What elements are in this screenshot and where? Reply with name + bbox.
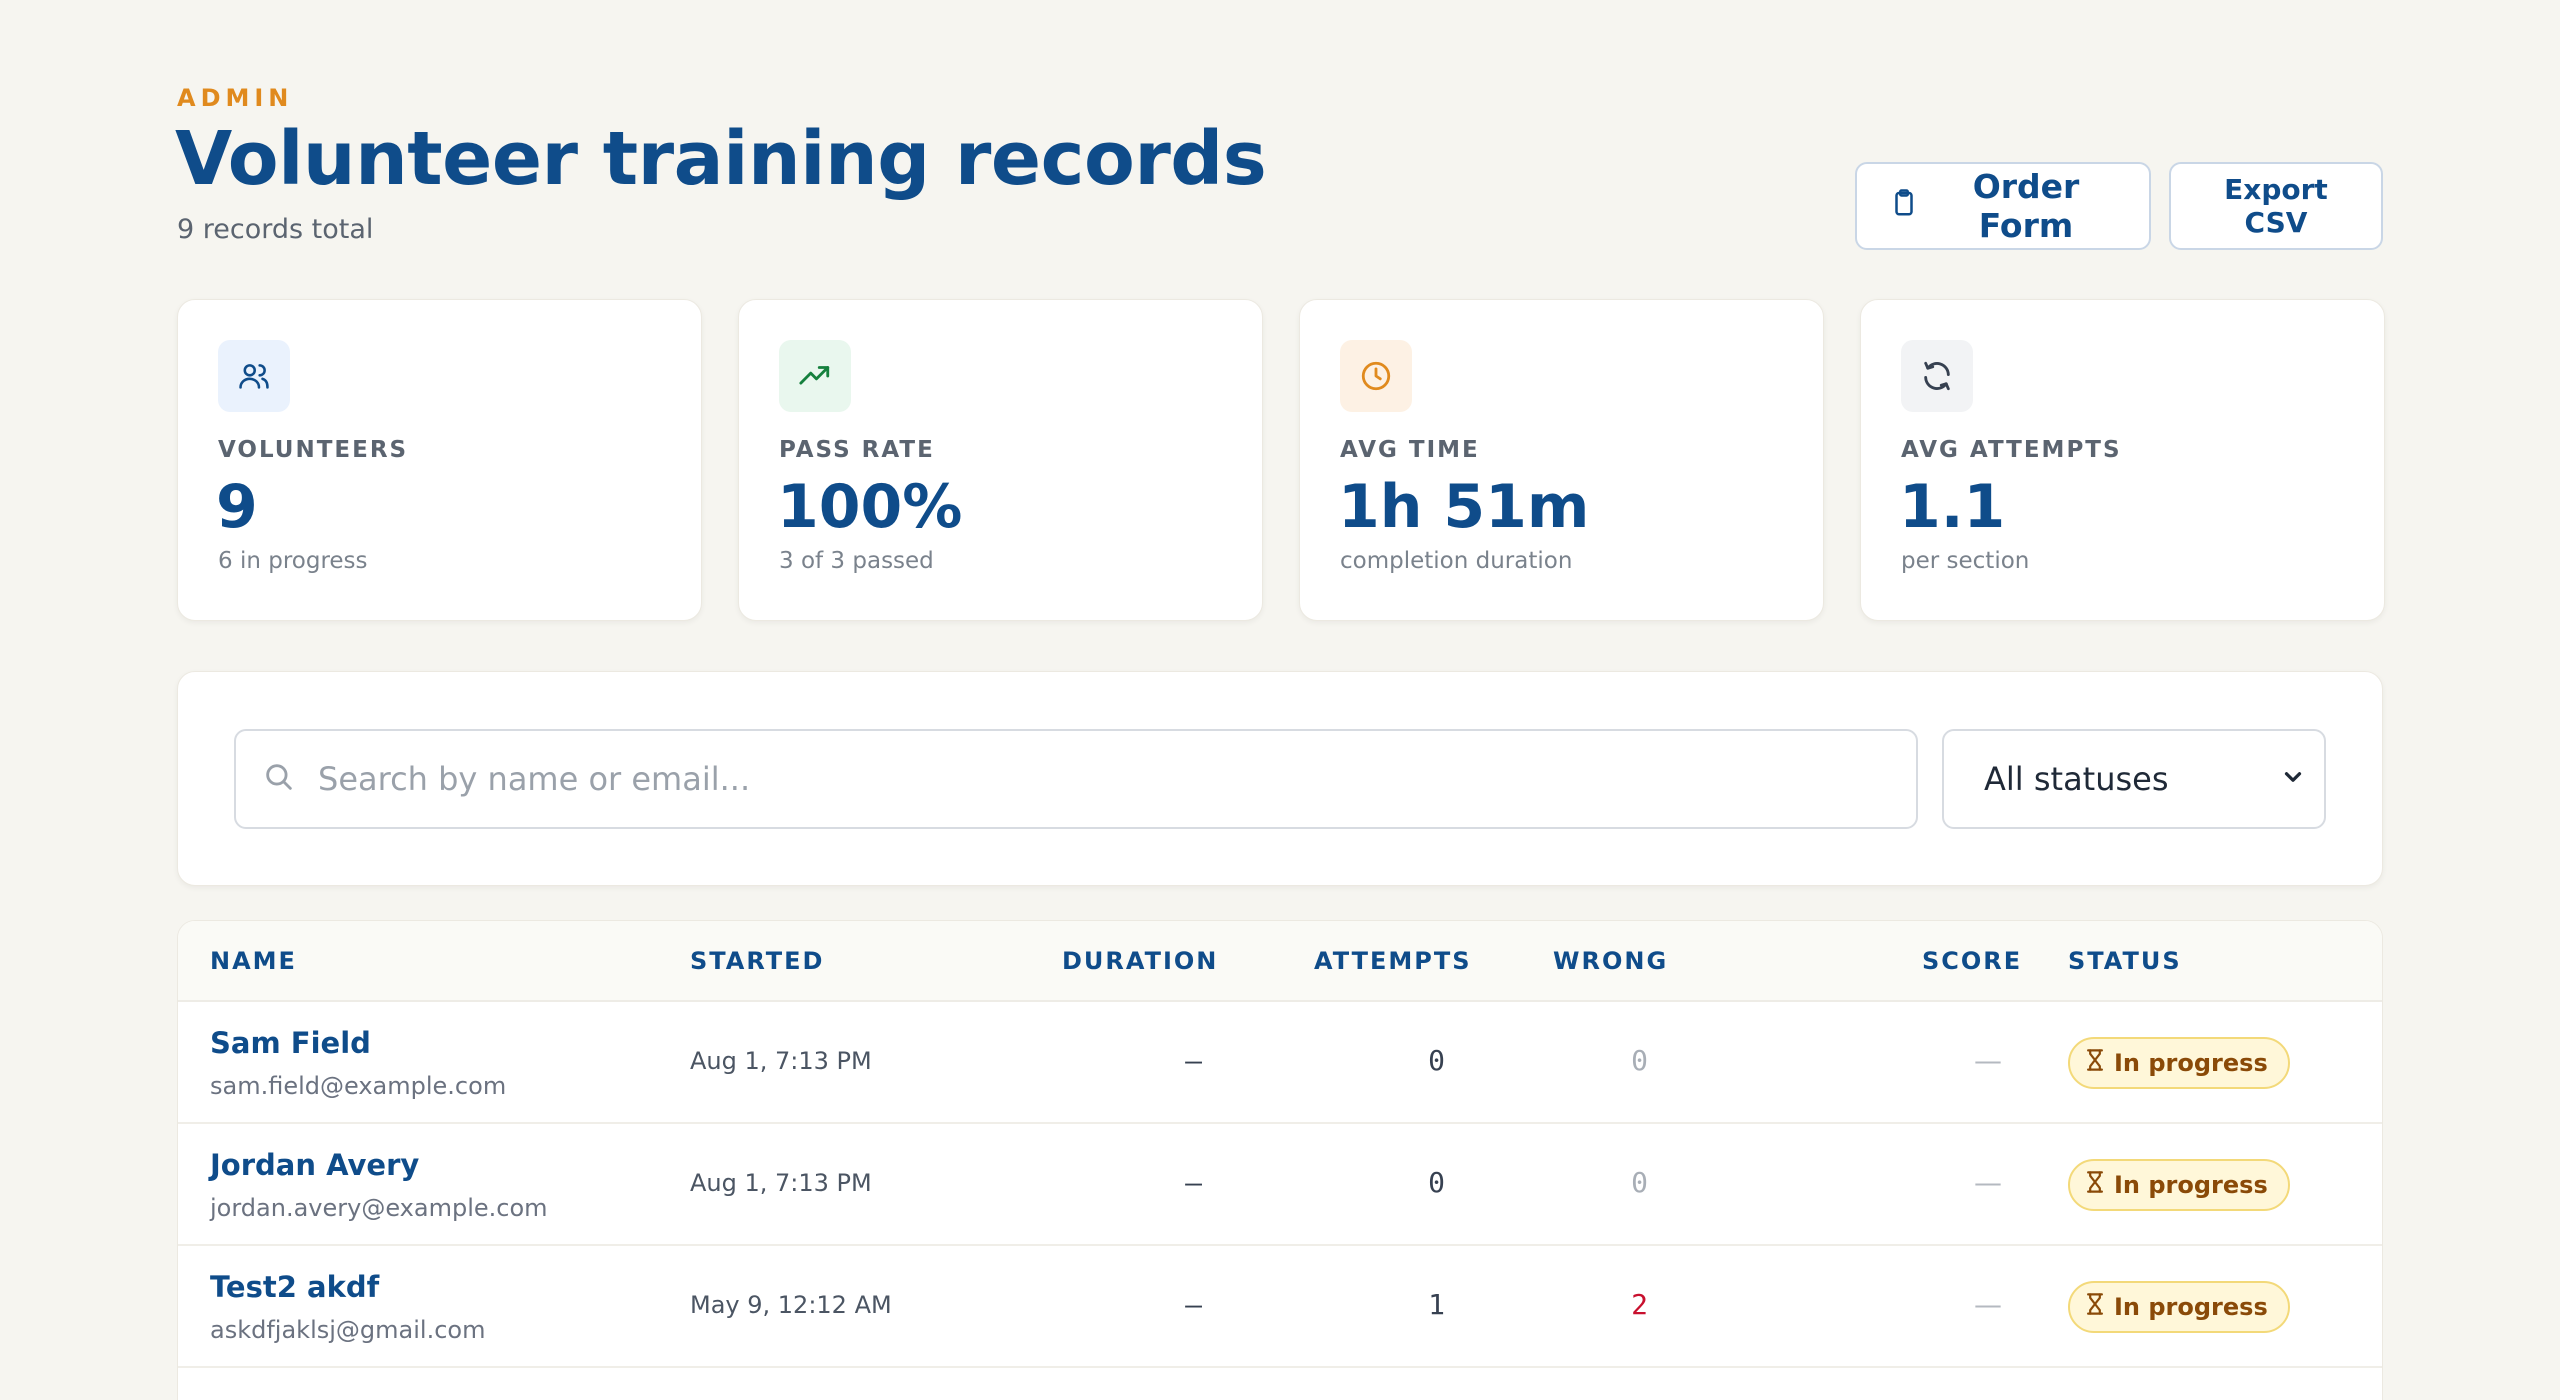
clock-icon: [1340, 340, 1412, 412]
users-icon: [218, 340, 290, 412]
refresh-icon: [1901, 340, 1973, 412]
stat-label: PASS RATE: [779, 437, 935, 463]
attempts-cell: 1: [1428, 1288, 1445, 1321]
column-header-started[interactable]: STARTED: [690, 947, 824, 975]
chevron-down-icon: [2280, 760, 2306, 798]
column-header-score[interactable]: SCORE: [1922, 947, 2022, 975]
wrong-cell: 0: [1631, 1044, 1648, 1077]
duration-cell: –: [1185, 1166, 1202, 1199]
order-form-button[interactable]: Order Form: [1855, 162, 2151, 250]
stat-card-pass-rate: PASS RATE 100% 3 of 3 passed: [738, 299, 1263, 621]
stat-card-volunteers: VOLUNTEERS 9 6 in progress: [177, 299, 702, 621]
filter-panel: All statuses: [177, 671, 2383, 886]
column-header-attempts[interactable]: ATTEMPTS: [1314, 947, 1472, 975]
hourglass-icon: [2086, 1293, 2104, 1321]
started-cell: May 9, 12:12 AM: [690, 1291, 892, 1319]
duration-cell: –: [1185, 1288, 1202, 1321]
export-csv-button[interactable]: Export CSV: [2169, 162, 2383, 250]
table-row[interactable]: Test2 akdf askdfjaklsj@gmail.com May 9, …: [178, 1246, 2382, 1368]
volunteer-email: askdfjaklsj@gmail.com: [210, 1316, 486, 1344]
stat-subtext: 3 of 3 passed: [779, 548, 934, 574]
status-badge: In progress: [2068, 1281, 2290, 1333]
page: ADMIN Volunteer training records 9 recor…: [0, 0, 2560, 1400]
header-actions: Order Form Export CSV: [1855, 162, 2383, 250]
status-badge: In progress: [2068, 1159, 2290, 1211]
export-csv-label: Export CSV: [2224, 173, 2328, 239]
stats-row: VOLUNTEERS 9 6 in progress PASS RATE 100…: [177, 299, 2385, 621]
volunteer-name[interactable]: Test2 akdf: [210, 1270, 379, 1304]
search-icon: [262, 760, 318, 798]
status-badge-label: In progress: [2114, 1293, 2268, 1321]
page-title: Volunteer training records: [175, 116, 1267, 202]
stat-subtext: completion duration: [1340, 548, 1573, 574]
section-eyebrow: ADMIN: [177, 84, 294, 112]
column-header-duration[interactable]: DURATION: [1062, 947, 1218, 975]
status-filter-value: All statuses: [1984, 760, 2169, 798]
order-form-label: Order Form: [1972, 167, 2080, 245]
stat-value: 9: [216, 472, 258, 542]
table-row[interactable]: Jordan Avery jordan.avery@example.com Au…: [178, 1124, 2382, 1246]
score-cell: —: [1974, 1288, 2002, 1321]
volunteer-name[interactable]: Jordan Avery: [210, 1148, 419, 1182]
stat-value: 100%: [777, 472, 963, 542]
score-cell: —: [1974, 1044, 2002, 1077]
search-field[interactable]: [234, 729, 1918, 829]
stat-card-avg-attempts: AVG ATTEMPTS 1.1 per section: [1860, 299, 2385, 621]
hourglass-icon: [2086, 1171, 2104, 1199]
search-input[interactable]: [318, 760, 1916, 798]
stat-card-avg-time: AVG TIME 1h 51m completion duration: [1299, 299, 1824, 621]
status-filter-select[interactable]: All statuses: [1942, 729, 2326, 829]
attempts-cell: 0: [1428, 1044, 1445, 1077]
table-header: NAME STARTED DURATION ATTEMPTS WRONG SCO…: [178, 921, 2382, 1002]
hourglass-icon: [2086, 1049, 2104, 1077]
wrong-cell: 0: [1631, 1166, 1648, 1199]
attempts-cell: 0: [1428, 1166, 1445, 1199]
stat-value: 1h 51m: [1338, 472, 1590, 542]
column-header-status[interactable]: STATUS: [2068, 947, 2182, 975]
volunteer-name[interactable]: Sam Field: [210, 1026, 371, 1060]
column-header-name[interactable]: NAME: [210, 947, 297, 975]
status-badge-label: In progress: [2114, 1171, 2268, 1199]
stat-label: AVG TIME: [1340, 437, 1480, 463]
score-cell: —: [1974, 1166, 2002, 1199]
records-table: NAME STARTED DURATION ATTEMPTS WRONG SCO…: [177, 920, 2383, 1400]
volunteer-email: sam.field@example.com: [210, 1072, 507, 1100]
started-cell: Aug 1, 7:13 PM: [690, 1169, 872, 1197]
stat-subtext: per section: [1901, 548, 2030, 574]
status-badge-label: In progress: [2114, 1049, 2268, 1077]
volunteer-email: jordan.avery@example.com: [210, 1194, 548, 1222]
stat-value: 1.1: [1899, 472, 2006, 542]
started-cell: Aug 1, 7:13 PM: [690, 1047, 872, 1075]
duration-cell: –: [1185, 1044, 1202, 1077]
stat-label: VOLUNTEERS: [218, 437, 409, 463]
column-header-wrong[interactable]: WRONG: [1553, 947, 1668, 975]
clipboard-icon: [1889, 187, 1919, 226]
records-count: 9 records total: [177, 214, 374, 245]
table-row[interactable]: Sam Field sam.field@example.com Aug 1, 7…: [178, 1002, 2382, 1124]
stat-label: AVG ATTEMPTS: [1901, 437, 2122, 463]
stat-subtext: 6 in progress: [218, 548, 368, 574]
wrong-cell: 2: [1631, 1288, 1648, 1321]
status-badge: In progress: [2068, 1037, 2290, 1089]
trending-up-icon: [779, 340, 851, 412]
